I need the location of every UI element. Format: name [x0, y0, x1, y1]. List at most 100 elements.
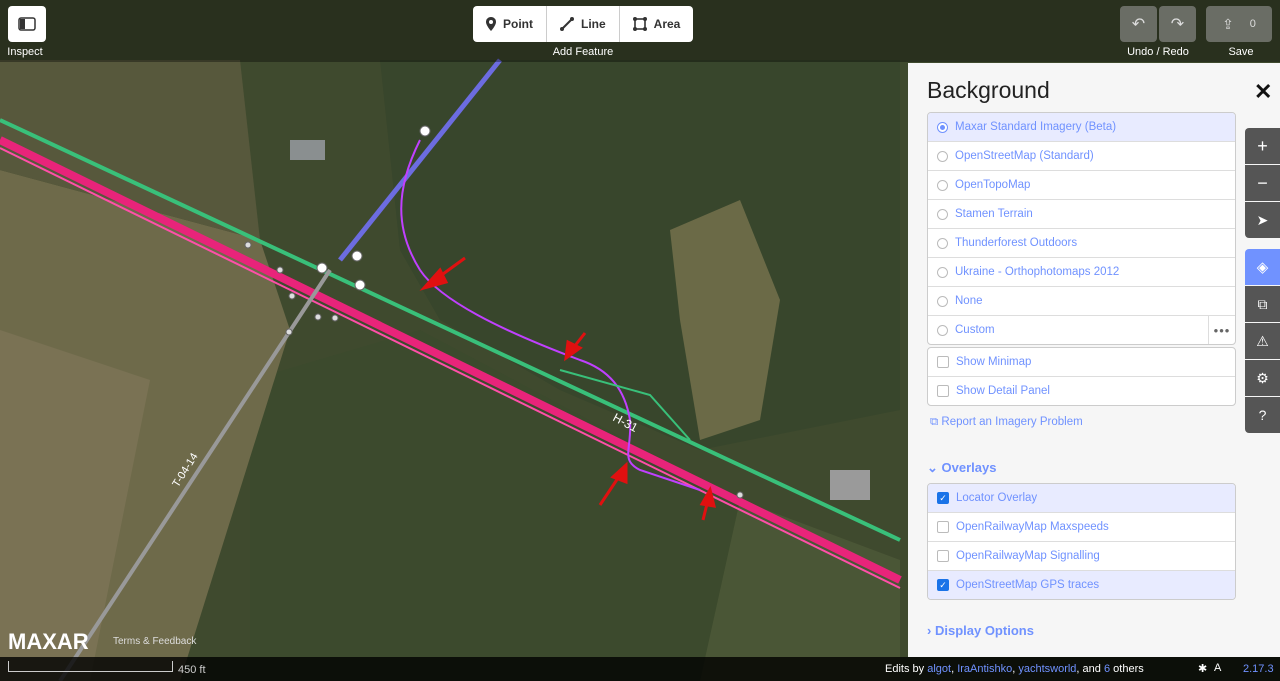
- user-link[interactable]: algot: [927, 663, 951, 675]
- overlay-label: Locator Overlay: [956, 492, 1038, 504]
- show-minimap-row[interactable]: Show Minimap: [928, 348, 1235, 377]
- overlays-header[interactable]: ⌄ Overlays: [927, 460, 996, 476]
- save-button[interactable]: ⇪ 0: [1206, 6, 1272, 42]
- imagery-item[interactable]: OpenStreetMap (Standard): [928, 142, 1235, 171]
- undo-button[interactable]: ↶: [1120, 6, 1157, 42]
- more-options-icon[interactable]: •••: [1208, 316, 1235, 344]
- radio-icon[interactable]: [937, 295, 948, 307]
- add-feature-group: Point Line Area: [473, 6, 694, 42]
- imagery-item[interactable]: OpenTopoMap: [928, 171, 1235, 200]
- others-suffix: others: [1113, 663, 1144, 675]
- line-label: Line: [581, 17, 606, 31]
- imagery-item[interactable]: Custom •••: [928, 316, 1235, 344]
- checkbox-icon[interactable]: [937, 521, 949, 533]
- imagery-label: Ukraine - Orthophotomaps 2012: [955, 266, 1120, 278]
- issues-button[interactable]: ⚠: [1245, 323, 1280, 359]
- imagery-list: Maxar Standard Imagery (Beta) OpenStreet…: [927, 112, 1236, 345]
- inspect-label: Inspect: [7, 46, 43, 58]
- add-line-button[interactable]: Line: [547, 6, 620, 42]
- layers-icon: ◈: [1256, 259, 1269, 276]
- radio-selected-icon[interactable]: [937, 121, 948, 133]
- geolocate-button[interactable]: ➤: [1245, 202, 1280, 238]
- building: [830, 470, 870, 500]
- edits-prefix: Edits by: [885, 663, 925, 675]
- checkbox-icon[interactable]: [937, 385, 949, 397]
- location-arrow-icon: ➤: [1256, 211, 1269, 228]
- help-button[interactable]: ?: [1245, 397, 1280, 433]
- chevron-down-icon: ⌄: [927, 460, 938, 475]
- zoom-in-button[interactable]: +: [1245, 128, 1280, 164]
- imagery-label: Custom: [955, 324, 995, 336]
- imagery-item[interactable]: Stamen Terrain: [928, 200, 1235, 229]
- imagery-label: OpenTopoMap: [955, 179, 1031, 191]
- external-link-icon: ⧉: [930, 416, 939, 428]
- overlay-label: OpenStreetMap GPS traces: [956, 579, 1100, 591]
- terms-feedback-link[interactable]: Terms & Feedback: [113, 636, 197, 647]
- background-pane: Background ✕ Maxar Standard Imagery (Bet…: [908, 63, 1280, 657]
- translate-icon[interactable]: A: [1214, 662, 1221, 674]
- others-link[interactable]: 6: [1104, 663, 1110, 675]
- help-icon: ?: [1258, 407, 1267, 423]
- radio-icon[interactable]: [937, 324, 948, 336]
- scale-bar[interactable]: [8, 661, 173, 672]
- radio-icon[interactable]: [937, 179, 948, 191]
- plus-icon: +: [1257, 135, 1268, 156]
- imagery-item[interactable]: Ukraine - Orthophotomaps 2012: [928, 258, 1235, 287]
- preferences-button[interactable]: ⚙: [1245, 360, 1280, 396]
- radio-icon[interactable]: [937, 266, 948, 278]
- zoom-out-button[interactable]: −: [1245, 165, 1280, 201]
- add-point-button[interactable]: Point: [473, 6, 547, 42]
- radio-icon[interactable]: [937, 237, 948, 249]
- overlay-item[interactable]: OpenRailwayMap Maxspeeds: [928, 513, 1235, 542]
- imagery-label: Stamen Terrain: [955, 208, 1033, 220]
- redo-icon: ↷: [1170, 16, 1185, 33]
- and-label: and: [1082, 663, 1101, 675]
- save-count: 0: [1249, 18, 1256, 30]
- imagery-item[interactable]: Thunderforest Outdoors: [928, 229, 1235, 258]
- background-pane-button[interactable]: ◈: [1245, 249, 1280, 285]
- user-link[interactable]: yachtsworld: [1018, 663, 1076, 675]
- radio-icon[interactable]: [937, 208, 948, 220]
- bug-icon[interactable]: ✱: [1198, 662, 1207, 675]
- upload-icon: ⇪: [1222, 15, 1234, 32]
- radio-icon[interactable]: [937, 150, 948, 162]
- overlays-title: Overlays: [941, 460, 997, 475]
- version-link[interactable]: 2.17.3: [1243, 663, 1274, 675]
- redo-button[interactable]: ↷: [1159, 6, 1196, 42]
- inspect-button[interactable]: [8, 6, 46, 42]
- undo-redo-label: Undo / Redo: [1127, 46, 1189, 58]
- add-feature-label: Add Feature: [552, 46, 614, 58]
- chevron-right-icon: ›: [927, 623, 932, 638]
- show-detail-panel-label: Show Detail Panel: [956, 385, 1050, 397]
- imagery-item[interactable]: None: [928, 287, 1235, 316]
- point-icon: [486, 17, 496, 31]
- point-label: Point: [503, 17, 533, 31]
- minus-icon: −: [1257, 172, 1268, 193]
- report-imagery-link[interactable]: ⧉ Report an Imagery Problem: [930, 416, 1083, 429]
- show-detail-panel-row[interactable]: Show Detail Panel: [928, 377, 1235, 405]
- footer-bar: 450 ft Edits by algot, IraAntishko, yach…: [0, 657, 1280, 681]
- overlay-item[interactable]: ✓ Locator Overlay: [928, 484, 1235, 513]
- show-minimap-label: Show Minimap: [956, 356, 1032, 368]
- imagery-item[interactable]: Maxar Standard Imagery (Beta): [928, 113, 1235, 142]
- checkbox-checked-icon[interactable]: ✓: [937, 579, 949, 591]
- scale-label: 450 ft: [178, 664, 206, 676]
- imagery-label: Maxar Standard Imagery (Beta): [955, 121, 1117, 133]
- user-link[interactable]: IraAntishko: [957, 663, 1012, 675]
- add-area-button[interactable]: Area: [620, 6, 694, 42]
- overlay-item[interactable]: ✓ OpenStreetMap GPS traces: [928, 571, 1235, 599]
- checkbox-icon[interactable]: [937, 356, 949, 368]
- edits-by: Edits by algot, IraAntishko, yachtsworld…: [885, 663, 1144, 675]
- overlay-item[interactable]: OpenRailwayMap Signalling: [928, 542, 1235, 571]
- warning-icon: ⚠: [1256, 332, 1269, 349]
- overlay-label: OpenRailwayMap Maxspeeds: [956, 521, 1109, 533]
- checkbox-icon[interactable]: [937, 550, 949, 562]
- checkbox-checked-icon[interactable]: ✓: [937, 492, 949, 504]
- display-options-header[interactable]: › Display Options: [927, 623, 1034, 638]
- close-icon[interactable]: ✕: [1254, 79, 1272, 105]
- overlays-list: ✓ Locator Overlay OpenRailwayMap Maxspeed…: [927, 483, 1236, 600]
- overlay-label: OpenRailwayMap Signalling: [956, 550, 1100, 562]
- map-data-icon: ⧉: [1257, 295, 1268, 312]
- area-icon: [632, 17, 647, 31]
- map-data-button[interactable]: ⧉: [1245, 286, 1280, 322]
